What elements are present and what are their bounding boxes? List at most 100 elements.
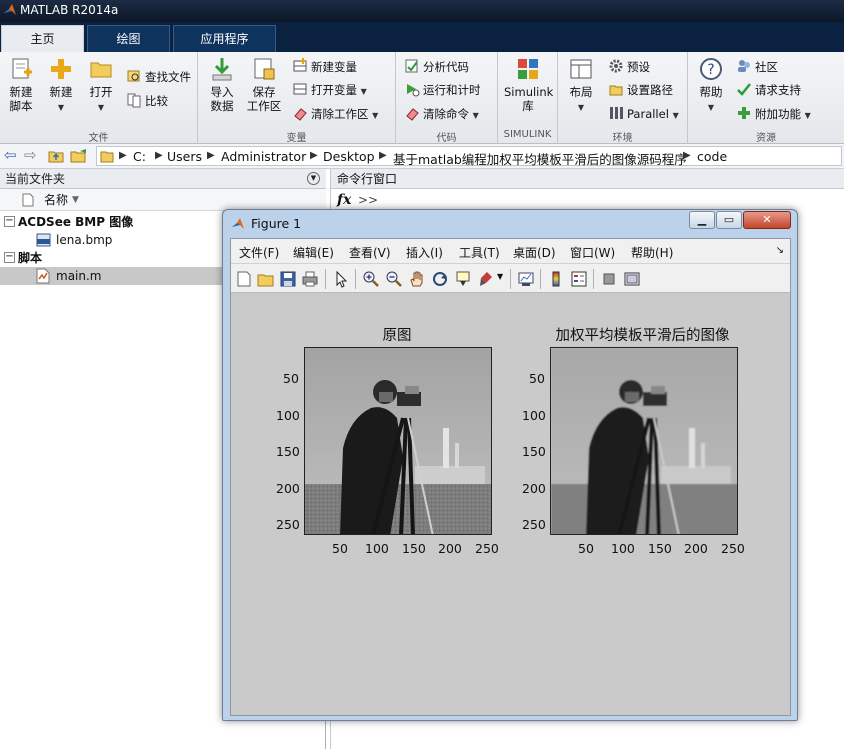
browse-folder-icon[interactable] <box>70 148 88 164</box>
toolbar-separator <box>325 269 326 289</box>
y-tick-label: 200 <box>522 481 546 496</box>
breadcrumb-item[interactable]: code <box>697 149 727 164</box>
menu-file[interactable]: 文件(F) <box>239 244 279 261</box>
brush-icon[interactable] <box>477 270 495 288</box>
new-button[interactable]: 新建 ▼ <box>44 56 78 115</box>
set-path-button[interactable]: 设置路径 <box>608 81 673 99</box>
clear-workspace-button[interactable]: 清除工作区 ▼ <box>292 105 378 123</box>
collapse-icon[interactable]: − <box>4 216 15 227</box>
save-icon[interactable] <box>279 270 297 288</box>
zoom-in-icon[interactable] <box>362 270 380 288</box>
fx-icon[interactable]: fx <box>337 192 351 208</box>
collapse-icon[interactable]: − <box>4 252 15 263</box>
import-data-label: 导入 数据 <box>210 85 234 113</box>
show-plot-tools-icon[interactable] <box>623 270 641 288</box>
new-script-label: 新建 脚本 <box>9 85 33 113</box>
print-icon[interactable] <box>301 270 319 288</box>
community-button[interactable]: 社区 <box>736 58 778 76</box>
parallel-button[interactable]: Parallel ▼ <box>608 105 679 123</box>
column-name-label: 名称 <box>44 193 69 207</box>
section-title-resources: 资源 <box>756 133 776 144</box>
close-button[interactable]: ✕ <box>743 211 791 229</box>
svg-text:?: ? <box>707 62 714 78</box>
help-button[interactable]: ? 帮助 ▼ <box>694 56 728 115</box>
menu-view[interactable]: 查看(V) <box>349 244 391 261</box>
import-data-button[interactable]: 导入 数据 <box>204 56 240 113</box>
tab-apps[interactable]: 应用程序 <box>173 25 276 52</box>
breadcrumb-item[interactable]: Administrator <box>221 149 306 164</box>
open-file-icon[interactable] <box>257 270 275 288</box>
figure-title-bar[interactable]: Figure 1 ▁ ▭ ✕ <box>223 210 797 238</box>
find-files-icon <box>127 70 140 82</box>
addons-button[interactable]: 附加功能 ▼ <box>736 105 811 123</box>
link-plot-icon[interactable] <box>517 270 535 288</box>
save-workspace-label: 保存 工作区 <box>246 85 282 113</box>
breadcrumb-item[interactable]: Users <box>167 149 202 164</box>
menu-insert[interactable]: 插入(I) <box>406 244 443 261</box>
request-support-button[interactable]: 请求支持 <box>736 81 801 99</box>
breadcrumb-separator-icon: ▶ <box>155 150 163 161</box>
open-variable-button[interactable]: 打开变量 ▼ <box>292 81 367 99</box>
ribbon-section-environment: 布局 ▼ 预设 设置路径 Parallel ▼ 环境 <box>558 52 688 144</box>
analyze-code-button[interactable]: 分析代码 <box>404 58 469 76</box>
maximize-button[interactable]: ▭ <box>716 211 742 229</box>
pan-hand-icon[interactable] <box>408 270 426 288</box>
x-tick-label: 50 <box>578 541 594 556</box>
preferences-button[interactable]: 预设 <box>608 58 650 76</box>
back-arrow-icon[interactable]: ⇦ <box>4 146 17 164</box>
menu-help[interactable]: 帮助(H) <box>631 244 673 261</box>
dock-arrow-icon[interactable]: ↘ <box>776 245 784 256</box>
toolbar-separator <box>593 269 594 289</box>
chevron-down-icon: ▼ <box>707 103 715 112</box>
section-title-environment: 环境 <box>612 133 633 144</box>
save-workspace-button[interactable]: 保存 工作区 <box>244 56 284 113</box>
layout-label: 布局 <box>569 85 593 99</box>
minimize-button[interactable]: ▁ <box>689 211 715 229</box>
colorbar-icon[interactable] <box>547 270 565 288</box>
path-field[interactable]: ▶ C: ▶ Users ▶ Administrator ▶ Desktop ▶… <box>96 146 842 168</box>
zoom-out-icon[interactable] <box>385 270 403 288</box>
new-figure-icon[interactable] <box>235 270 253 288</box>
breadcrumb-item[interactable]: C: <box>133 149 146 164</box>
file-name: lena.bmp <box>56 233 113 247</box>
current-folder-title: 当前文件夹 <box>5 172 66 186</box>
breadcrumb-item[interactable]: Desktop <box>323 149 375 164</box>
menu-tools[interactable]: 工具(T) <box>459 244 500 261</box>
menu-desktop[interactable]: 桌面(D) <box>513 244 556 261</box>
breadcrumb-separator-icon: ▶ <box>683 150 691 161</box>
panel-menu-icon[interactable]: ▼ <box>307 172 320 185</box>
hide-plot-tools-icon[interactable] <box>600 270 618 288</box>
ribbon: 新建 脚本 新建 ▼ 打开 ▼ 查找文件 比较 文件 导入 数据 保存 工作区 新建… <box>0 52 844 144</box>
pointer-icon[interactable] <box>332 270 350 288</box>
menu-window[interactable]: 窗口(W) <box>570 244 615 261</box>
section-title-file: 文件 <box>88 133 109 144</box>
clear-commands-button[interactable]: 清除命令 ▼ <box>404 105 479 123</box>
new-script-icon <box>12 58 32 79</box>
up-folder-icon[interactable] <box>48 148 64 164</box>
y-tick-label: 250 <box>276 517 300 532</box>
tab-plots[interactable]: 绘图 <box>87 25 170 52</box>
column-header[interactable]: 名称 ▼ <box>0 189 326 211</box>
rotate-3d-icon[interactable] <box>431 270 449 288</box>
forward-arrow-icon[interactable]: ⇨ <box>24 146 37 164</box>
compare-icon <box>127 93 141 108</box>
run-time-icon <box>407 84 420 97</box>
new-script-button[interactable]: 新建 脚本 <box>4 56 38 113</box>
open-button[interactable]: 打开 ▼ <box>84 56 118 115</box>
simulink-library-button[interactable]: Simulink 库 <box>504 56 553 113</box>
section-title-variable: 变量 <box>286 133 307 144</box>
breadcrumb-item[interactable]: 基于matlab编程加权平均模板平滑后的图像源码程序 <box>393 149 687 168</box>
legend-icon[interactable] <box>570 270 588 288</box>
cameraman-smoothed-image <box>551 348 737 534</box>
y-tick-label: 200 <box>276 481 300 496</box>
find-files-button[interactable]: 查找文件 <box>126 68 191 86</box>
compare-button[interactable]: 比较 <box>126 92 168 110</box>
tab-home[interactable]: 主页 <box>1 25 84 52</box>
figure-toolbar: ▼ <box>231 264 790 293</box>
data-cursor-icon[interactable] <box>454 270 472 288</box>
layout-button[interactable]: 布局 ▼ <box>564 56 598 115</box>
brush-dropdown-icon[interactable]: ▼ <box>497 272 503 281</box>
menu-edit[interactable]: 编辑(E) <box>293 244 334 261</box>
run-and-time-button[interactable]: 运行和计时 <box>404 81 481 99</box>
new-variable-button[interactable]: 新建变量 <box>292 58 357 76</box>
